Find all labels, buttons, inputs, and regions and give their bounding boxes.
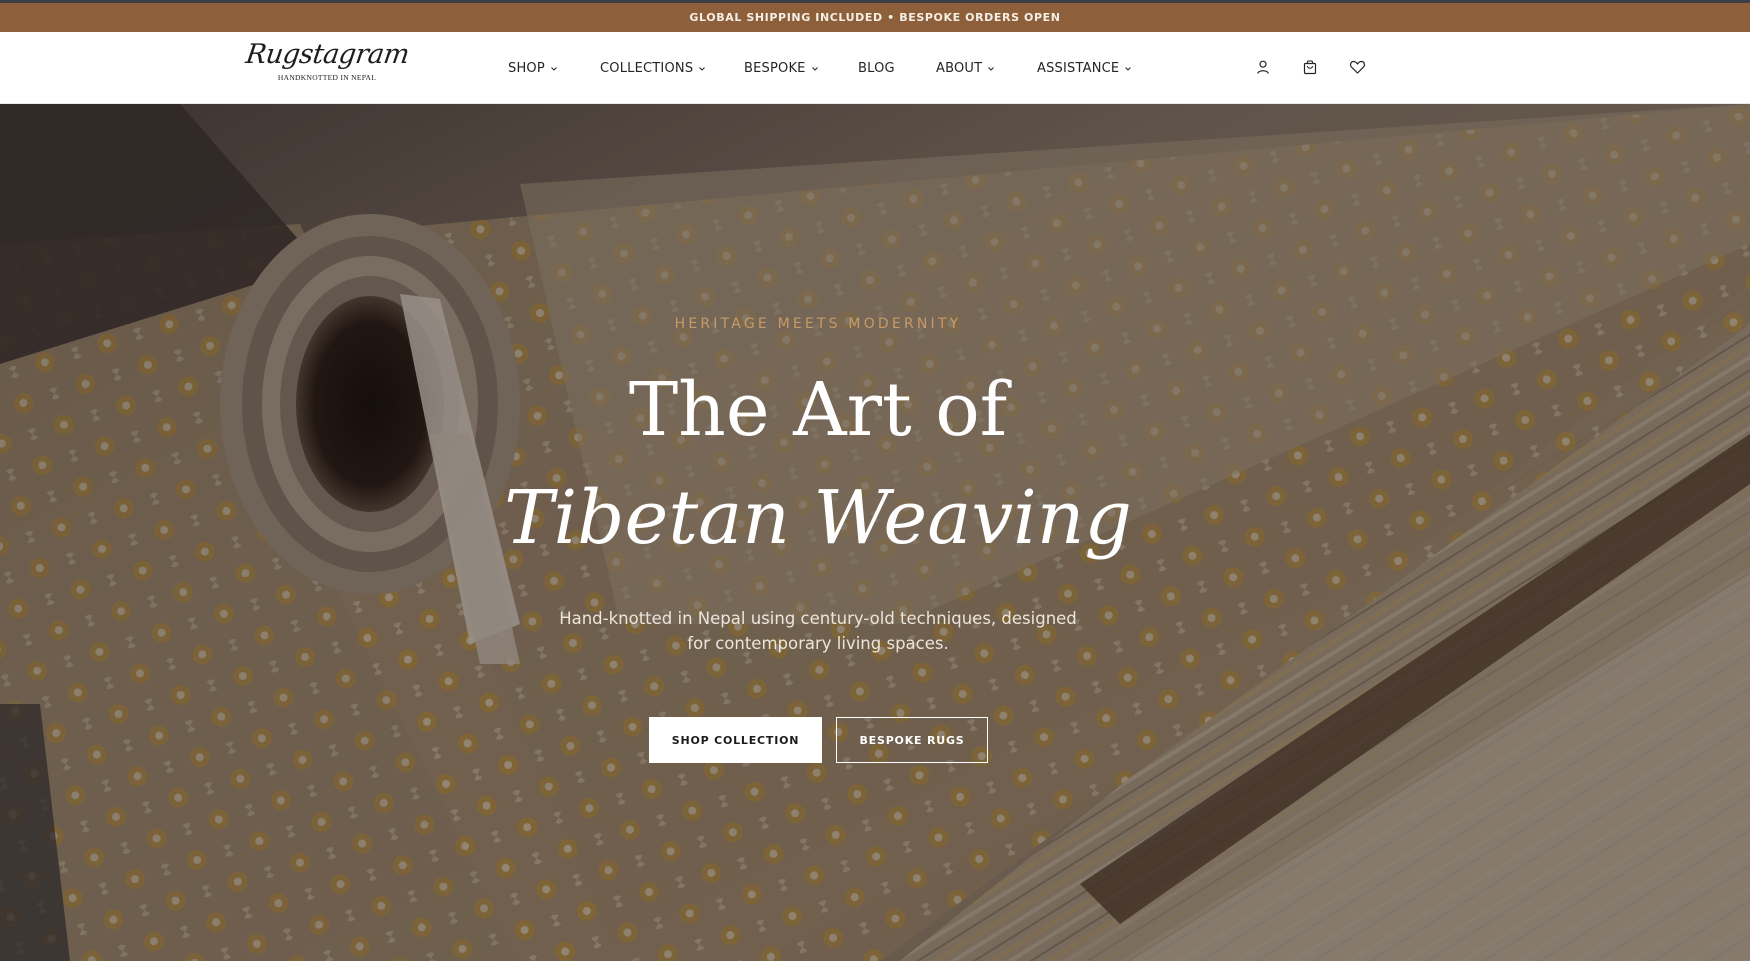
chevron-down-icon bbox=[1125, 67, 1132, 71]
bespoke-rugs-button[interactable]: BESPOKE RUGS bbox=[836, 717, 988, 763]
main-nav: SHOP COLLECTIONS BESPOKE BLOG ABOUT ASSI… bbox=[0, 32, 1750, 104]
nav-item-label: COLLECTIONS bbox=[600, 60, 694, 76]
chevron-down-icon bbox=[551, 67, 557, 71]
hero-section: HERITAGE MEETS MODERNITY The Art of Tibe… bbox=[0, 104, 1750, 961]
announcement-text: GLOBAL SHIPPING INCLUDED • BESPOKE ORDER… bbox=[689, 11, 1061, 24]
shop-collection-button[interactable]: SHOP COLLECTION bbox=[649, 717, 822, 763]
hero-eyebrow: HERITAGE MEETS MODERNITY bbox=[674, 316, 962, 332]
nav-item-about[interactable]: ABOUT bbox=[936, 58, 995, 78]
wishlist-button[interactable] bbox=[1346, 56, 1368, 78]
shopping-bag-icon bbox=[1303, 60, 1317, 75]
site-header: Rugstagram HANDKNOTTED IN NEPAL SHOP COL… bbox=[0, 32, 1750, 104]
nav-item-blog[interactable]: BLOG bbox=[858, 58, 895, 78]
nav-item-collections[interactable]: COLLECTIONS bbox=[600, 58, 706, 78]
nav-item-label: BLOG bbox=[858, 60, 895, 76]
chevron-down-icon bbox=[699, 67, 706, 71]
heart-icon bbox=[1349, 60, 1365, 74]
nav-item-label: SHOP bbox=[508, 60, 545, 76]
hero-title-line1: The Art of bbox=[628, 367, 1008, 453]
nav-item-label: BESPOKE bbox=[744, 60, 806, 76]
user-icon bbox=[1257, 60, 1269, 74]
nav-item-bespoke[interactable]: BESPOKE bbox=[744, 58, 819, 78]
nav-item-label: ASSISTANCE bbox=[1037, 60, 1120, 76]
cart-button[interactable] bbox=[1299, 56, 1321, 78]
account-button[interactable] bbox=[1252, 56, 1274, 78]
announcement-bar: GLOBAL SHIPPING INCLUDED • BESPOKE ORDER… bbox=[0, 3, 1750, 32]
chevron-down-icon bbox=[811, 67, 818, 71]
chevron-down-icon bbox=[988, 67, 995, 71]
hero-title-line2: Tibetan Weaving bbox=[504, 475, 1132, 561]
nav-item-assistance[interactable]: ASSISTANCE bbox=[1037, 58, 1132, 78]
nav-item-label: ABOUT bbox=[936, 60, 983, 76]
nav-item-shop[interactable]: SHOP bbox=[508, 58, 558, 78]
hero-subtitle: Hand-knotted in Nepal using century-old … bbox=[559, 609, 1077, 653]
